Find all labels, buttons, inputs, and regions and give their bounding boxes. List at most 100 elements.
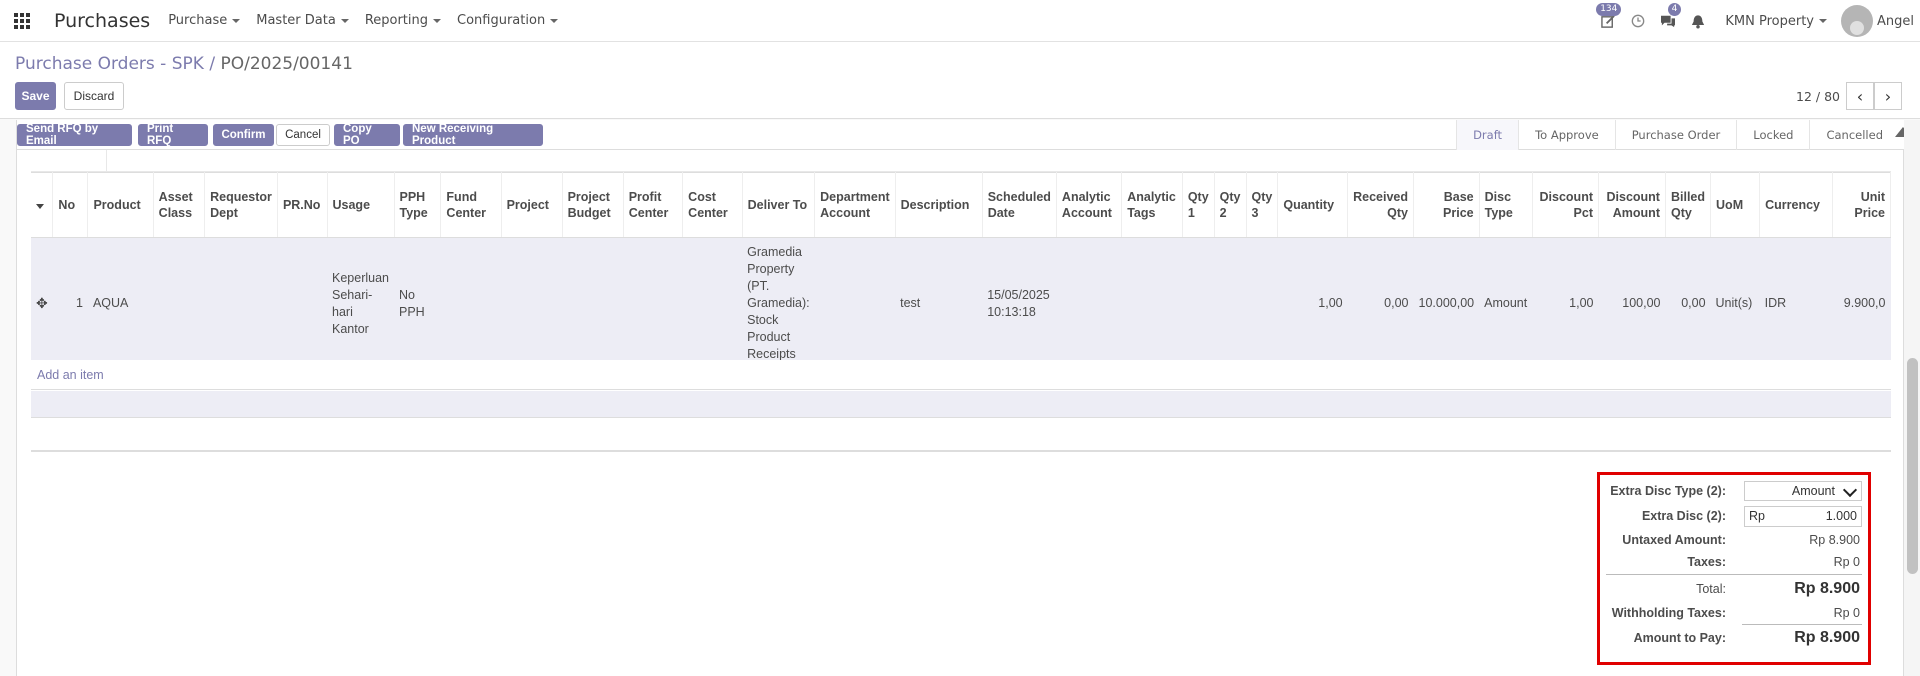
table-row[interactable]: ✥ 1 AQUA Keperluan Sehari-hari Kantor No…: [31, 237, 1891, 370]
breadcrumb-parent-link[interactable]: Purchase Orders - SPK: [15, 54, 204, 74]
col-header-requestor-dept[interactable]: Requestor Dept: [204, 172, 278, 238]
cell-scheduled-date[interactable]: 15/05/2025 10:13:18: [982, 237, 1057, 370]
state-purchase-order[interactable]: Purchase Order: [1614, 120, 1737, 150]
cell-description[interactable]: test: [895, 237, 983, 370]
cell-analytic-tags[interactable]: [1121, 237, 1183, 370]
col-header-qty-2[interactable]: Qty 2: [1214, 172, 1247, 238]
cell-deliver-to[interactable]: Gramedia Property (PT. Gramedia): Stock …: [742, 237, 815, 370]
cell-unit-price[interactable]: 9.900,0: [1832, 237, 1891, 370]
col-header-asset-class[interactable]: Asset Class: [153, 172, 206, 238]
messages-icon[interactable]: 4: [1653, 0, 1683, 42]
company-switcher[interactable]: KMN Property: [1725, 14, 1827, 29]
print-rfq-button[interactable]: Print RFQ: [138, 123, 208, 147]
col-header-no[interactable]: No: [52, 172, 89, 238]
col-header-pph-type[interactable]: PPH Type: [394, 172, 442, 238]
col-header-currency[interactable]: Currency: [1759, 172, 1834, 238]
send-rfq-button[interactable]: Send RFQ by Email: [17, 123, 132, 147]
breadcrumb-current: PO/2025/00141: [220, 54, 353, 74]
top-navbar: Purchases Purchase Master Data Reporting…: [0, 0, 1920, 42]
cell-received-qty[interactable]: 0,00: [1347, 237, 1414, 370]
state-cancelled[interactable]: Cancelled: [1809, 120, 1899, 150]
cell-cost-center[interactable]: [682, 237, 743, 370]
bell-icon[interactable]: [1683, 0, 1713, 42]
add-an-item-link[interactable]: Add an item: [31, 360, 1891, 390]
cell-qty-2[interactable]: [1214, 237, 1246, 370]
apps-menu-icon[interactable]: [0, 0, 44, 42]
col-header-received-qty[interactable]: Received Qty: [1347, 172, 1415, 238]
drag-handle[interactable]: ✥: [31, 237, 53, 370]
cell-billed-qty[interactable]: 0,00: [1665, 237, 1711, 370]
scrollbar-thumb[interactable]: [1907, 358, 1918, 574]
cell-product[interactable]: AQUA: [87, 237, 154, 370]
col-header-profit-center[interactable]: Profit Center: [623, 172, 684, 238]
cell-analytic-account[interactable]: [1056, 237, 1122, 370]
col-header-base-price[interactable]: Base Price: [1413, 172, 1480, 238]
col-header-billed-qty[interactable]: Billed Qty: [1665, 172, 1712, 238]
discard-button[interactable]: Discard: [64, 82, 124, 110]
extra-disc-type-select[interactable]: Amount: [1744, 481, 1862, 501]
cell-fund-center[interactable]: [440, 237, 502, 370]
pager-next-button[interactable]: ›: [1874, 82, 1902, 110]
cell-currency[interactable]: IDR: [1759, 237, 1833, 370]
col-header-analytic-account[interactable]: Analytic Account: [1056, 172, 1123, 238]
user-name[interactable]: Angel: [1877, 14, 1914, 29]
cell-usage[interactable]: Keperluan Sehari-hari Kantor: [327, 237, 394, 370]
cell-quantity[interactable]: 1,00: [1277, 237, 1348, 370]
confirm-button[interactable]: Confirm: [213, 124, 274, 146]
col-header-product[interactable]: Product: [87, 172, 154, 238]
vertical-scrollbar[interactable]: [1904, 120, 1920, 676]
cell-pph-type[interactable]: No PPH: [394, 237, 441, 370]
cell-asset-class[interactable]: [153, 237, 205, 370]
user-avatar[interactable]: [1841, 5, 1873, 37]
cell-qty-3[interactable]: [1246, 237, 1278, 370]
sort-toggle[interactable]: [31, 172, 54, 238]
cell-qty-1[interactable]: [1182, 237, 1215, 370]
menu-purchase[interactable]: Purchase: [168, 13, 241, 28]
cell-requestor-dept[interactable]: [204, 237, 278, 370]
cell-project-budget[interactable]: [562, 237, 624, 370]
col-header-project[interactable]: Project: [501, 172, 563, 238]
clock-icon[interactable]: [1623, 0, 1653, 42]
col-header-analytic-tags[interactable]: Analytic Tags: [1121, 172, 1183, 238]
cell-base-price[interactable]: 10.000,00: [1413, 237, 1480, 370]
col-header-qty-1[interactable]: Qty 1: [1182, 172, 1215, 238]
cell-uom[interactable]: Unit(s): [1710, 237, 1760, 370]
col-header-description[interactable]: Description: [895, 172, 983, 238]
col-header-uom[interactable]: UoM: [1710, 172, 1761, 238]
col-header-fund-center[interactable]: Fund Center: [440, 172, 502, 238]
copy-po-button[interactable]: Copy PO: [334, 123, 400, 147]
cell-discount-pct[interactable]: 1,00: [1532, 237, 1599, 370]
state-locked[interactable]: Locked: [1736, 120, 1809, 150]
col-header-deliver-to[interactable]: Deliver To: [742, 172, 816, 238]
menu-reporting[interactable]: Reporting: [365, 13, 442, 28]
col-header-quantity[interactable]: Quantity: [1277, 172, 1349, 238]
pager-previous-button[interactable]: ‹: [1846, 82, 1874, 110]
state-to-approve[interactable]: To Approve: [1518, 120, 1615, 150]
state-draft[interactable]: Draft: [1456, 120, 1519, 150]
col-header-department-account[interactable]: Department Account: [814, 172, 896, 238]
col-header-scheduled-date[interactable]: Scheduled Date: [982, 172, 1057, 238]
cell-disc-type[interactable]: Amount: [1479, 237, 1533, 370]
cell-discount-amount[interactable]: 100,00: [1598, 237, 1666, 370]
cell-profit-center[interactable]: [623, 237, 683, 370]
new-receiving-product-button[interactable]: New Receiving Product: [403, 123, 543, 147]
cell-department-account[interactable]: [814, 237, 896, 370]
extra-disc-input[interactable]: Rp 1.000: [1744, 505, 1862, 527]
pager-value[interactable]: 12 / 80: [1796, 89, 1840, 104]
cell-project[interactable]: [501, 237, 563, 370]
save-button[interactable]: Save: [15, 82, 56, 110]
col-header-cost-center[interactable]: Cost Center: [682, 172, 743, 238]
cancel-button[interactable]: Cancel: [276, 124, 330, 146]
col-header-discount-pct[interactable]: Discount Pct: [1532, 172, 1600, 238]
activity-icon[interactable]: 134: [1593, 0, 1623, 42]
col-header-unit-price[interactable]: Unit Price: [1832, 172, 1891, 238]
col-header-qty-3[interactable]: Qty 3: [1246, 172, 1279, 238]
col-header-project-budget[interactable]: Project Budget: [562, 172, 624, 238]
menu-configuration[interactable]: Configuration: [457, 13, 559, 28]
menu-master-data[interactable]: Master Data: [256, 13, 349, 28]
col-header-usage[interactable]: Usage: [327, 172, 395, 238]
col-header-pr-no[interactable]: PR.No: [277, 172, 328, 238]
cell-pr-no[interactable]: [277, 237, 327, 370]
col-header-discount-amount[interactable]: Discount Amount: [1598, 172, 1666, 238]
col-header-disc-type[interactable]: Disc Type: [1479, 172, 1533, 238]
